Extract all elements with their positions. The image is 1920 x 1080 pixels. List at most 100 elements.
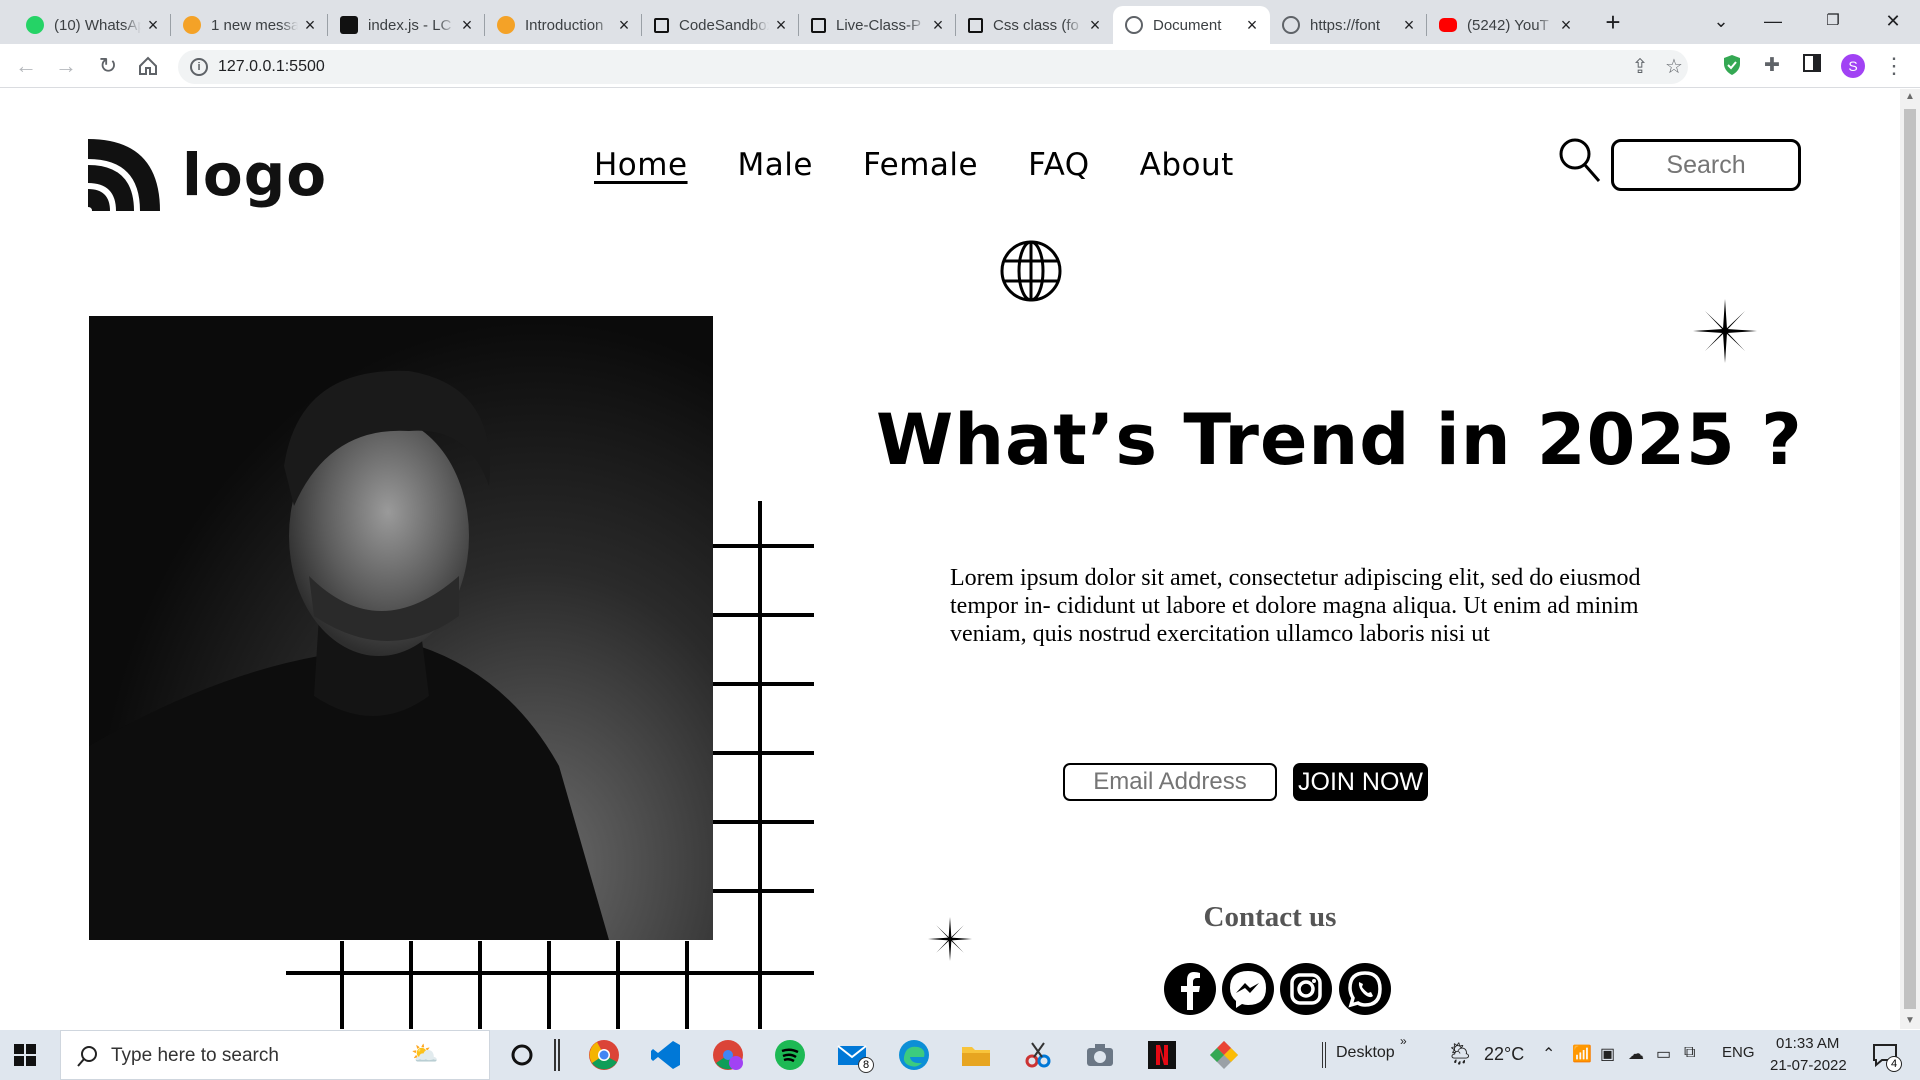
meet-now-icon[interactable]: ▣ (1600, 1044, 1615, 1064)
chrome-profile-icon[interactable] (712, 1039, 744, 1071)
desktop-toolbar-label[interactable]: Desktop (1336, 1044, 1395, 1062)
box-icon (968, 17, 983, 33)
browser-tab[interactable]: (10) WhatsApp× (14, 6, 171, 44)
netflix-icon[interactable] (1146, 1039, 1178, 1071)
globe-icon (1000, 240, 1062, 302)
display-icon[interactable]: ⧉ (1684, 1044, 1695, 1062)
browser-tab[interactable]: CodeSandbox × (642, 6, 799, 44)
url-text[interactable]: 127.0.0.1:5500 (218, 58, 325, 76)
hero-portrait-image (89, 316, 713, 940)
globe-icon (1125, 16, 1143, 34)
messenger-icon[interactable] (1221, 962, 1275, 1016)
taskbar-search[interactable]: Type here to search ⛅ (60, 1030, 490, 1080)
spotify-icon[interactable] (774, 1039, 806, 1071)
battery-icon[interactable]: ▭ (1656, 1044, 1671, 1064)
extensions-puzzle-icon[interactable]: ✚ (1760, 54, 1784, 78)
edge-icon[interactable] (898, 1039, 930, 1071)
weather-widget-icon: ⛅ (411, 1041, 439, 1066)
close-tab-icon[interactable]: × (1087, 16, 1103, 34)
share-icon[interactable]: ⇪ (1628, 55, 1652, 79)
browser-tab[interactable]: Live-Class-P × (799, 6, 956, 44)
close-tab-icon[interactable]: × (459, 16, 475, 34)
snipping-tool-icon[interactable] (1022, 1039, 1054, 1071)
camera-icon[interactable] (1084, 1039, 1116, 1071)
tab-title: index.js - LC (368, 16, 452, 34)
scrollbar-thumb[interactable] (1904, 109, 1916, 1009)
bookmark-star-icon[interactable]: ☆ (1662, 55, 1686, 79)
whatsapp-icon[interactable] (1338, 962, 1392, 1016)
forward-button[interactable]: → (50, 50, 82, 82)
chrome-icon[interactable] (588, 1039, 620, 1071)
address-bar[interactable]: i 127.0.0.1:5500 ⇪ ☆ (178, 50, 1688, 84)
browser-tab[interactable]: Introduction × (485, 6, 642, 44)
side-panel-icon[interactable] (1800, 54, 1824, 78)
clock-date[interactable]: 21-07-2022 (1770, 1057, 1847, 1074)
profile-avatar[interactable]: S (1841, 54, 1865, 78)
nav-female[interactable]: Female (863, 147, 978, 183)
search-icon[interactable] (1558, 137, 1602, 185)
vscode-icon[interactable] (650, 1039, 682, 1071)
chat-icon (183, 16, 201, 34)
weather-icon[interactable]: 🌦 (1446, 1041, 1474, 1067)
search-area (1558, 137, 1801, 191)
sparkle-star-icon (928, 917, 972, 961)
search-icon (77, 1046, 97, 1067)
browser-tab[interactable]: https://font × (1270, 6, 1427, 44)
vertical-scrollbar[interactable]: ▲ ▼ (1900, 89, 1920, 1029)
clock-time[interactable]: 01:33 AM (1776, 1035, 1839, 1052)
rss-logo-icon (88, 139, 160, 211)
nav-home[interactable]: Home (594, 147, 688, 183)
temperature-text[interactable]: 22°C (1484, 1044, 1524, 1065)
close-tab-icon[interactable]: × (1244, 16, 1260, 34)
home-button[interactable] (132, 50, 164, 82)
nav-faq[interactable]: FAQ (1028, 147, 1090, 183)
tab-title: Css class (fo (993, 16, 1079, 34)
minimize-button[interactable]: — (1750, 4, 1796, 38)
close-tab-icon[interactable]: × (1558, 16, 1574, 34)
reload-button[interactable]: ↻ (92, 50, 124, 82)
close-tab-icon[interactable]: × (1401, 16, 1417, 34)
tab-title: Document (1153, 16, 1222, 34)
close-tab-icon[interactable]: × (302, 16, 318, 34)
app-launcher-icon[interactable] (1208, 1039, 1240, 1071)
globe-icon (1282, 16, 1300, 34)
close-tab-icon[interactable]: × (930, 16, 946, 34)
browser-tab[interactable]: (5242) YouT × (1427, 6, 1584, 44)
back-button[interactable]: ← (10, 50, 42, 82)
chevron-right-icon[interactable]: » (1400, 1034, 1407, 1048)
tab-title: Introduction (525, 16, 604, 34)
language-indicator[interactable]: ENG (1722, 1044, 1755, 1061)
browser-tab[interactable]: index.js - LC × (328, 6, 485, 44)
windows-start-icon[interactable] (14, 1044, 36, 1066)
tab-search-button[interactable]: ⌄ (1698, 4, 1744, 38)
chevron-up-icon[interactable]: ⌃ (1542, 1044, 1555, 1064)
onedrive-icon[interactable]: ☁ (1628, 1044, 1644, 1064)
facebook-icon[interactable] (1163, 962, 1217, 1016)
box-icon (811, 17, 826, 33)
file-explorer-icon[interactable] (960, 1039, 992, 1071)
shield-extension-icon[interactable] (1720, 54, 1744, 78)
kebab-menu-icon[interactable]: ⋮ (1882, 54, 1906, 78)
browser-tab[interactable]: Css class (fo × (956, 6, 1113, 44)
close-tab-icon[interactable]: × (145, 16, 161, 34)
wifi-icon[interactable]: 📶 (1572, 1044, 1592, 1064)
site-logo[interactable]: logo (88, 139, 327, 211)
close-window-button[interactable]: ✕ (1870, 4, 1916, 38)
site-info-icon[interactable]: i (190, 58, 208, 76)
browser-tab[interactable]: Document × (1113, 6, 1270, 44)
close-tab-icon[interactable]: × (773, 16, 789, 34)
cortana-icon[interactable] (506, 1039, 538, 1071)
close-tab-icon[interactable]: × (616, 16, 632, 34)
search-input[interactable] (1611, 139, 1801, 191)
contact-heading: Contact us (1203, 901, 1337, 933)
page-viewport: logo Home Male Female FAQ About Search W… (0, 89, 1900, 1029)
restore-button[interactable]: ❐ (1810, 4, 1856, 38)
nav-male[interactable]: Male (738, 147, 813, 183)
browser-tab[interactable]: 1 new message× (171, 6, 328, 44)
instagram-icon[interactable] (1279, 962, 1333, 1016)
new-tab-button[interactable]: + (1598, 8, 1628, 38)
email-field[interactable] (1063, 763, 1277, 801)
task-view-icon[interactable] (554, 1039, 560, 1071)
join-now-button[interactable]: JOIN NOW (1293, 763, 1428, 801)
nav-about[interactable]: About (1140, 147, 1234, 183)
